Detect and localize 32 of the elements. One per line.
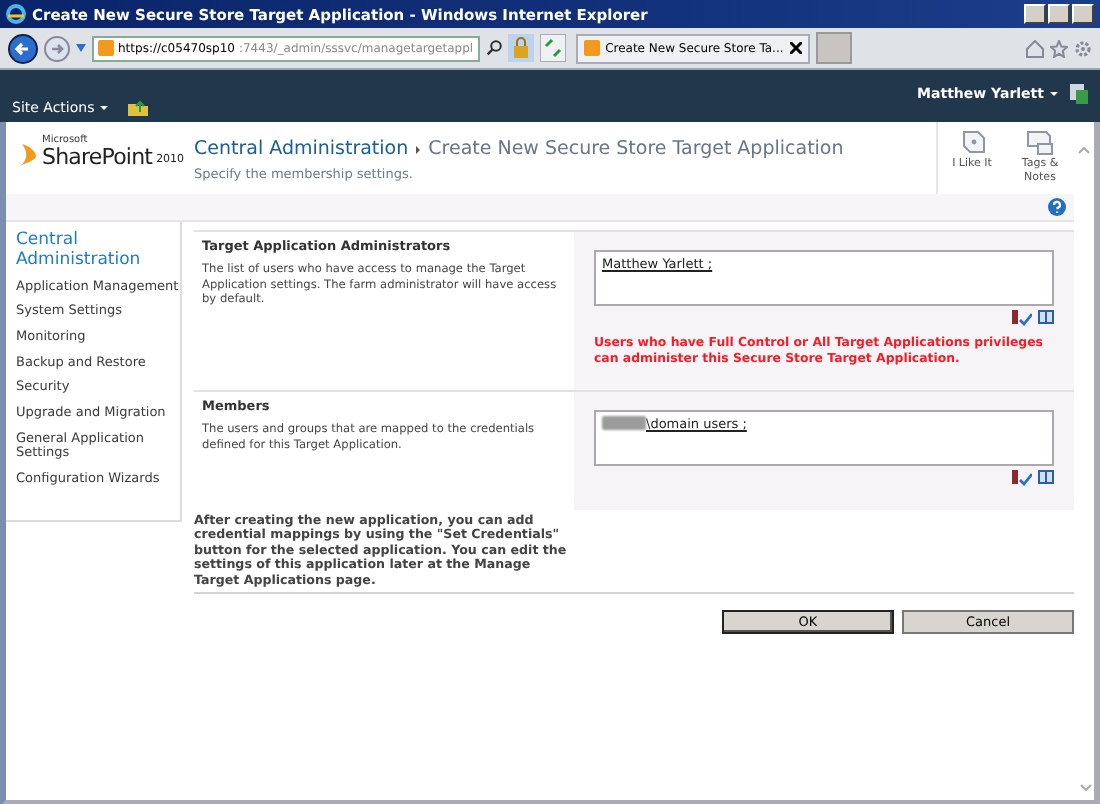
- back-button[interactable]: [8, 33, 38, 63]
- forward-button[interactable]: [44, 35, 70, 61]
- address-book-icon[interactable]: [1038, 310, 1054, 324]
- browser-logo-icon: [6, 4, 26, 24]
- page-title: Create New Secure Store Target Application: [428, 138, 844, 160]
- nav-heading-link[interactable]: Central Administration: [16, 232, 180, 270]
- close-icon[interactable]: [789, 42, 802, 54]
- check-names-icon[interactable]: [1012, 470, 1032, 486]
- breadcrumb-link[interactable]: Central Administration: [194, 138, 409, 160]
- dropdown-arrow-icon[interactable]: [76, 44, 86, 52]
- tag-icon: [958, 128, 986, 156]
- star-icon[interactable]: [1050, 39, 1068, 57]
- breadcrumb-separator-icon: [416, 145, 421, 153]
- close-button[interactable]: [1072, 4, 1094, 24]
- site-favicon-icon: [583, 40, 600, 56]
- tags-notes-icon: [1026, 128, 1054, 156]
- caret-icon: [1050, 91, 1058, 95]
- minimize-button[interactable]: [1024, 4, 1046, 24]
- page-icon[interactable]: [1070, 83, 1088, 103]
- product-name: SharePoint: [42, 146, 153, 168]
- caret-icon: [100, 106, 109, 110]
- check-names-icon[interactable]: [1012, 310, 1032, 326]
- folder-up-icon[interactable]: [128, 100, 149, 116]
- maximize-button[interactable]: [1048, 4, 1070, 24]
- search-icon[interactable]: [485, 40, 502, 56]
- redacted-text-block: [602, 416, 646, 430]
- help-icon[interactable]: [1048, 198, 1066, 216]
- site-favicon-icon: [98, 40, 114, 56]
- home-icon[interactable]: [1026, 39, 1044, 57]
- settings-icon[interactable]: [1074, 39, 1092, 57]
- address-book-icon[interactable]: [1038, 470, 1054, 484]
- refresh-icon[interactable]: [539, 34, 566, 62]
